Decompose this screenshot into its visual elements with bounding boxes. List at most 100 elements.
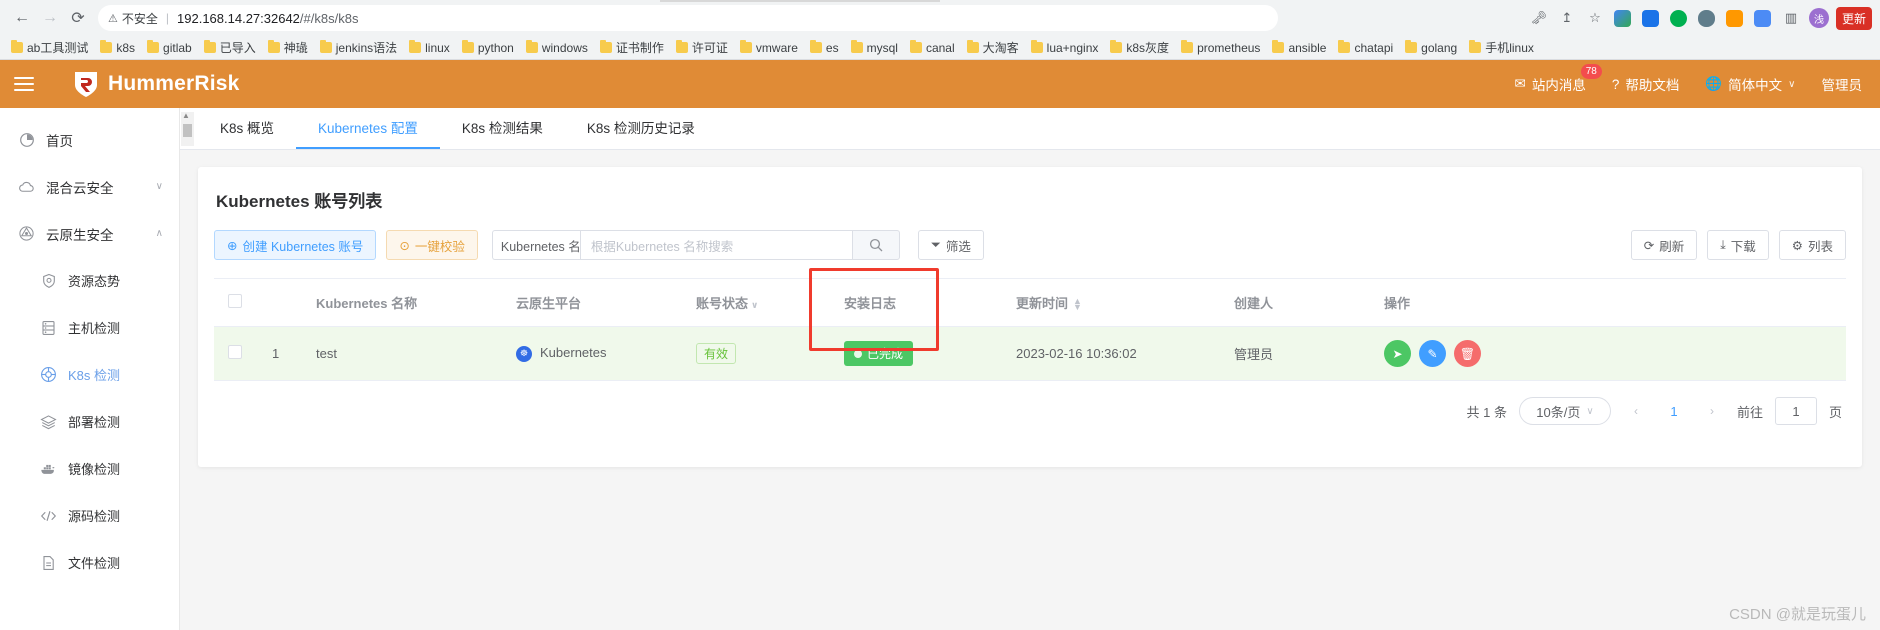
chevron-down-icon: ∨ [751, 300, 759, 310]
select-all-checkbox[interactable] [228, 294, 242, 308]
search-button[interactable] [851, 230, 900, 260]
star-icon[interactable]: ☆ [1582, 5, 1608, 31]
install-log-status[interactable]: 已完成 [844, 341, 914, 366]
bookmark-item[interactable]: 手机linux [1464, 37, 1539, 58]
column-settings-button[interactable]: ⚙ 列表 [1778, 230, 1846, 260]
status-badge: 有效 [696, 343, 737, 364]
bookmark-item[interactable]: 已导入 [199, 37, 261, 58]
tab-3[interactable]: K8s 检测历史记录 [565, 108, 717, 149]
bookmark-item[interactable]: ab工具测试 [6, 37, 93, 58]
bookmark-item[interactable]: es [805, 39, 844, 57]
search-input[interactable]: 根据Kubernetes 名称搜索 [579, 230, 852, 260]
extension-icon-6[interactable] [1750, 5, 1776, 31]
th-update-time[interactable]: 更新时间 ▲ ▼ [1002, 278, 1220, 327]
tab-2[interactable]: K8s 检测结果 [440, 108, 565, 149]
th-actions: 操作 [1370, 278, 1846, 327]
sidebar-item-9[interactable]: 文件检测 [0, 539, 179, 586]
sidebar-item-1[interactable]: 混合云安全 ∨ [0, 163, 179, 210]
help-button[interactable]: ? 帮助文档 [1612, 74, 1680, 94]
share-icon[interactable]: ↥ [1554, 5, 1580, 31]
send-icon[interactable]: ➤ [1384, 340, 1411, 367]
one-click-validate-button[interactable]: ⊙ 一键校验 [386, 230, 478, 260]
tab-0[interactable]: K8s 概览 [198, 108, 296, 149]
messages-button[interactable]: ✉ 站内消息 78 [1515, 64, 1602, 94]
goto-page-input[interactable]: 1 [1774, 397, 1817, 425]
download-button[interactable]: ⤓ 下载 [1707, 230, 1769, 260]
extension-icon-1[interactable] [1610, 5, 1636, 31]
sidebar-item-2[interactable]: 云原生安全 ∧ [0, 210, 179, 257]
row-checkbox[interactable] [228, 345, 242, 359]
bookmark-item[interactable]: 许可证 [671, 37, 733, 58]
next-page-button[interactable]: › [1699, 398, 1725, 424]
sidebar-item-8[interactable]: 源码检测 [0, 492, 179, 539]
bookmark-item[interactable]: chatapi [1333, 39, 1398, 57]
side-panel-icon[interactable]: ▥ [1778, 5, 1804, 31]
edit-icon[interactable]: ✎ [1419, 340, 1446, 367]
extension-icon-3[interactable] [1666, 5, 1692, 31]
back-button[interactable]: ← [8, 4, 36, 32]
bookmark-item[interactable]: prometheus [1176, 39, 1265, 57]
bookmark-item[interactable]: ansible [1267, 39, 1331, 57]
bookmark-item[interactable]: gitlab [142, 39, 197, 57]
sidebar-item-3[interactable]: 资源态势 [0, 257, 179, 304]
watermark: CSDN @就是玩蛋儿 [1729, 606, 1866, 623]
page-number-1[interactable]: 1 [1661, 398, 1687, 424]
bookmark-item[interactable]: 证书制作 [595, 37, 669, 58]
address-bar[interactable]: ⚠ 不安全 | 192.168.14.27:32642/#/k8s/k8s [98, 5, 1278, 31]
row-status: 有效 [682, 326, 830, 381]
refresh-icon: ⟳ [1643, 238, 1655, 253]
extension-icon-4[interactable] [1694, 5, 1720, 31]
page-size-select[interactable]: 10条/页 ∨ [1518, 397, 1611, 425]
dashboard-icon [18, 131, 35, 148]
refresh-button[interactable]: ⟳ 刷新 [1630, 230, 1698, 260]
language-selector[interactable]: 🌐 简体中文 ∨ [1705, 74, 1795, 94]
forward-button[interactable]: → [36, 4, 64, 32]
table-row[interactable]: 1 test ☸ Kubernetes 有效 已完成 2023-02-16 10… [214, 326, 1846, 381]
tab-1[interactable]: Kubernetes 配置 [296, 108, 440, 149]
bookmark-item[interactable]: linux [404, 39, 455, 57]
extension-icon-2[interactable] [1638, 5, 1664, 31]
prev-page-button[interactable]: ‹ [1623, 398, 1649, 424]
sidebar-item-4[interactable]: 主机检测 [0, 304, 179, 351]
bookmark-item[interactable]: k8s灰度 [1105, 37, 1174, 58]
sidebar-item-0[interactable]: 首页 [0, 116, 179, 163]
reload-button[interactable]: ⟳ [64, 4, 92, 32]
messages-badge: 78 [1580, 64, 1602, 79]
bookmark-label: 手机linux [1485, 41, 1534, 55]
key-icon[interactable]: 🗝 [1526, 5, 1552, 31]
bookmark-item[interactable]: golang [1400, 39, 1462, 57]
folder-icon [1469, 40, 1482, 53]
bookmark-item[interactable]: lua+nginx [1026, 39, 1104, 57]
hamburger-menu-icon[interactable] [14, 71, 40, 97]
bookmark-item[interactable]: canal [905, 39, 960, 57]
browser-actions: 🗝 ↥ ☆ ▥ 浅 更新 [1526, 5, 1872, 31]
sidebar-item-label: 镜像检测 [68, 462, 121, 477]
search-field-select[interactable]: Kubernetes 名 ∨ [491, 230, 580, 260]
th-account-status[interactable]: 账号状态 ∨ [682, 278, 830, 327]
bookmark-item[interactable]: windows [521, 39, 593, 57]
filter-button[interactable]: ⏷ 筛选 [917, 230, 984, 260]
create-kubernetes-account-button[interactable]: ⊕ 创建 Kubernetes 账号 [214, 230, 377, 260]
bookmark-item[interactable]: vmware [735, 39, 803, 57]
sidebar-item-6[interactable]: 部署检测 [0, 398, 179, 445]
sidebar-item-7[interactable]: 镜像检测 [0, 445, 179, 492]
globe-icon: 🌐 [1705, 76, 1723, 91]
bookmark-item[interactable]: jenkins语法 [315, 37, 402, 58]
sidebar-item-label: 主机检测 [68, 321, 121, 336]
hummerrisk-app: HummerRisk ✉ 站内消息 78 ? 帮助文档 🌐 简体中文 ∨ 管理员… [0, 60, 1880, 630]
bookmark-item[interactable]: k8s [95, 39, 140, 57]
extension-icon-5[interactable] [1722, 5, 1748, 31]
bookmark-item[interactable]: 神璏 [263, 37, 313, 58]
bookmark-item[interactable]: python [457, 39, 519, 57]
bookmark-label: jenkins语法 [335, 41, 398, 55]
bookmark-item[interactable]: mysql [846, 39, 903, 57]
vertical-scrollbar[interactable] [181, 111, 194, 146]
row-install-log: 已完成 [830, 326, 1002, 381]
update-button[interactable]: 更新 [1835, 6, 1872, 30]
bookmark-label: lua+nginx [1046, 40, 1099, 55]
profile-avatar[interactable]: 浅 [1806, 5, 1832, 31]
bookmark-item[interactable]: 大淘客 [962, 37, 1024, 58]
user-menu[interactable]: 管理员 [1822, 74, 1863, 94]
sidebar-item-5[interactable]: K8s 检测 [0, 351, 179, 398]
delete-icon[interactable]: 🗑 [1454, 340, 1481, 367]
